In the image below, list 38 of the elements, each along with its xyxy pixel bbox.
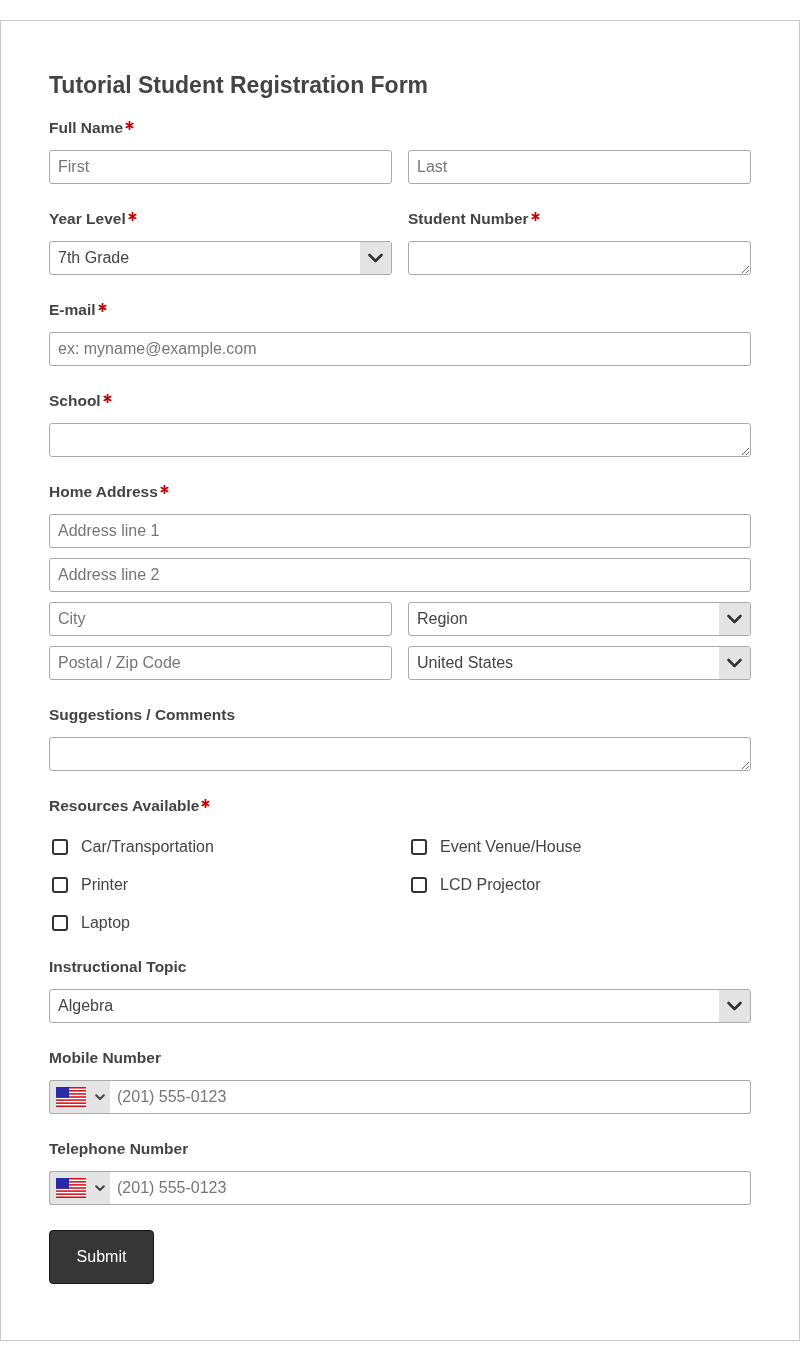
text-input[interactable]: Postal / Zip Code <box>49 646 392 680</box>
dropdown[interactable]: 7th Grade <box>49 241 392 275</box>
checkbox-label[interactable]: LCD Projector <box>440 876 541 894</box>
field-label: Year Level <box>49 209 126 229</box>
checkbox[interactable] <box>52 915 68 931</box>
text-input[interactable]: City <box>49 602 392 636</box>
text-input[interactable]: Last <box>408 150 751 184</box>
checkbox[interactable] <box>411 839 427 855</box>
field-label: Suggestions / Comments <box>49 705 236 725</box>
checkbox[interactable] <box>411 877 427 893</box>
chevron-down-icon <box>360 242 391 274</box>
field-label: Telephone Number <box>49 1139 189 1159</box>
checkbox-label[interactable]: Car/Transportation <box>81 838 214 856</box>
dropdown[interactable]: Region <box>408 602 751 636</box>
submit-button[interactable]: Submit <box>49 1230 154 1284</box>
field-label: School <box>49 391 101 411</box>
field-label: Resources Available <box>49 796 200 816</box>
dropdown[interactable]: Algebra <box>49 989 751 1023</box>
text-input[interactable]: Address line 2 <box>49 558 751 592</box>
chevron-down-icon <box>719 990 750 1022</box>
checkbox-label[interactable]: Event Venue/House <box>440 838 582 856</box>
form-title: Tutorial Student Registration Form <box>49 71 429 100</box>
text-input[interactable]: First <box>49 150 392 184</box>
text-input[interactable]: ex: myname@example.com <box>49 332 751 366</box>
chevron-down-icon <box>719 647 750 679</box>
field-label: Full Name <box>49 118 124 138</box>
checkbox-label[interactable]: Printer <box>81 876 129 894</box>
field-label: Home Address <box>49 482 158 502</box>
field-label: Instructional Topic <box>49 957 187 977</box>
checkbox[interactable] <box>52 877 68 893</box>
checkbox[interactable] <box>52 839 68 855</box>
dropdown[interactable]: United States <box>408 646 751 680</box>
field-label: Mobile Number <box>49 1048 161 1068</box>
chevron-down-icon <box>719 603 750 635</box>
field-label: E-mail <box>49 300 96 320</box>
text-input[interactable]: Address line 1 <box>49 514 751 548</box>
field-label: Student Number <box>408 209 529 229</box>
checkbox-label[interactable]: Laptop <box>81 914 130 932</box>
